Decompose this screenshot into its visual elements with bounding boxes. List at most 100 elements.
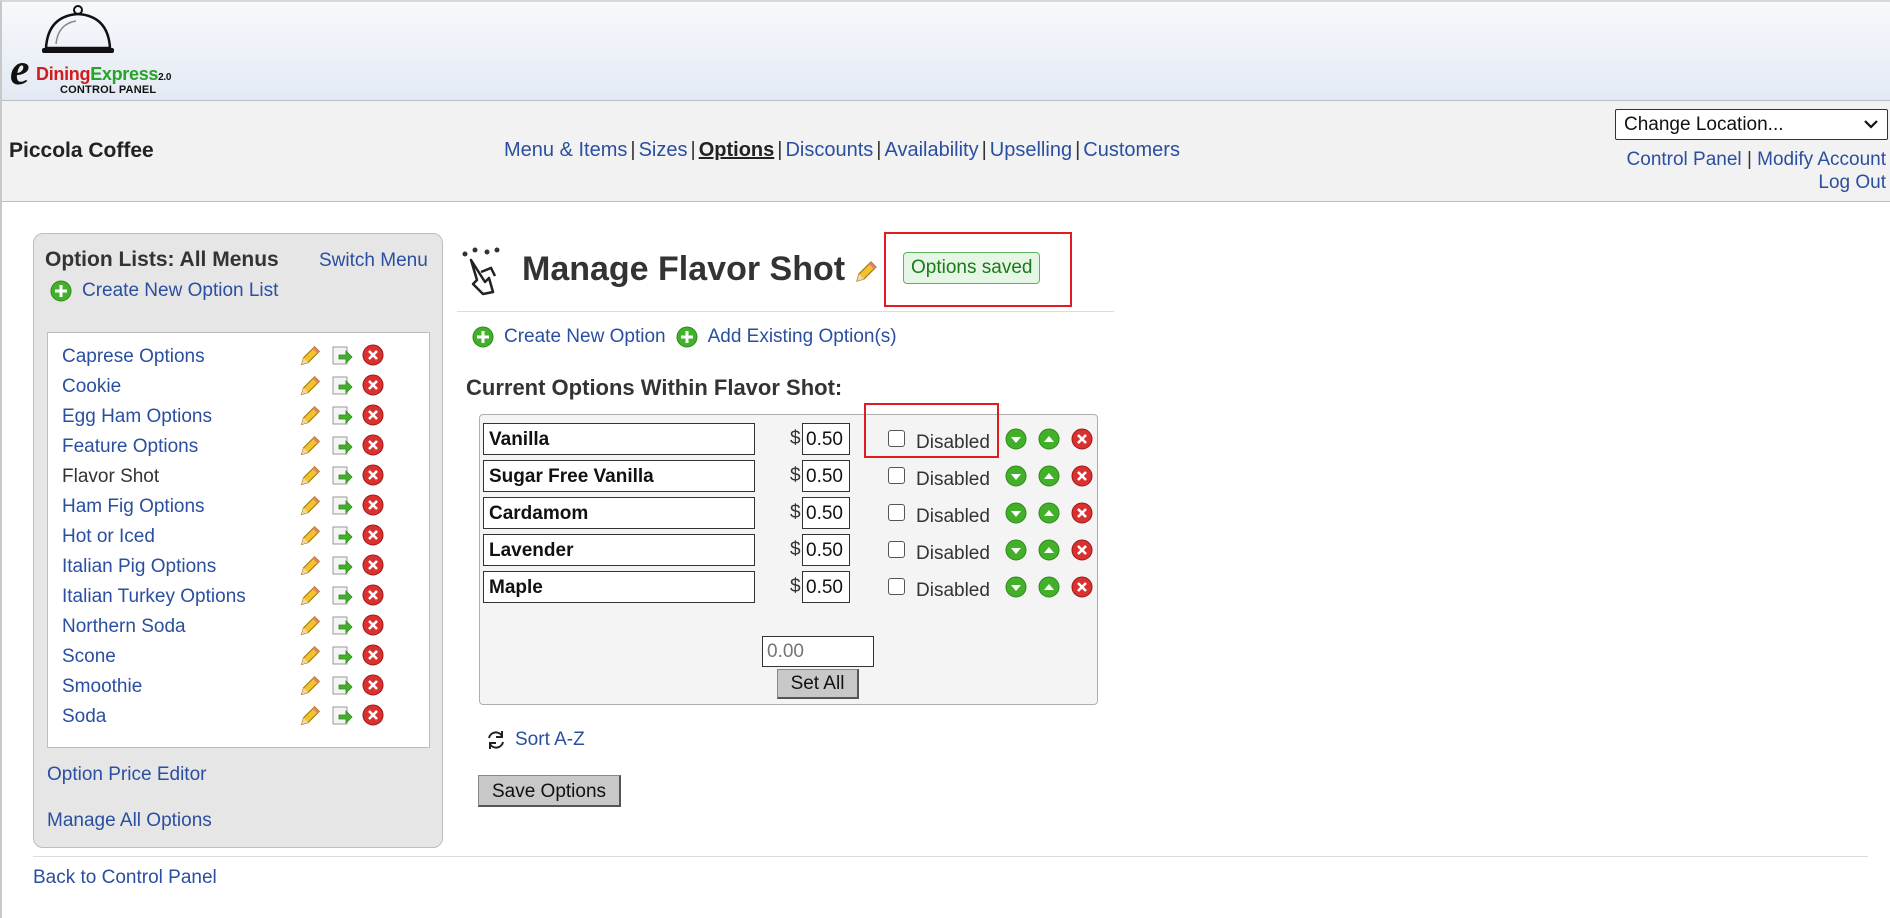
delete-icon[interactable] [1071,576,1093,603]
option-list-label[interactable]: Caprese Options [62,346,205,368]
option-price-input[interactable]: 0.50 [802,571,850,603]
edit-pencil-icon[interactable] [298,644,322,674]
add-existing-options-link[interactable]: Add Existing Option(s) [708,326,897,348]
edit-pencil-icon[interactable] [298,464,322,494]
option-list-label[interactable]: Egg Ham Options [62,406,212,428]
disabled-checkbox[interactable] [888,578,905,595]
option-list-label[interactable]: Soda [62,706,106,728]
option-list-label[interactable]: Italian Pig Options [62,556,216,578]
nav-customers[interactable]: Customers [1083,139,1180,161]
delete-icon[interactable] [362,344,384,372]
move-up-icon[interactable] [1038,576,1060,603]
change-location-select[interactable]: Change Location... [1615,109,1888,140]
delete-icon[interactable] [362,434,384,462]
delete-icon[interactable] [362,404,384,432]
modify-account-link[interactable]: Modify Account [1757,149,1886,170]
set-all-button[interactable]: Set All [777,669,859,699]
move-down-icon[interactable] [1005,465,1027,492]
move-down-icon[interactable] [1005,576,1027,603]
option-price-input[interactable]: 0.50 [802,534,850,566]
copy-list-icon[interactable] [330,524,354,554]
copy-list-icon[interactable] [330,404,354,434]
save-options-button[interactable]: Save Options [478,775,621,807]
edit-pencil-icon[interactable] [298,584,322,614]
copy-list-icon[interactable] [330,464,354,494]
copy-list-icon[interactable] [330,674,354,704]
delete-icon[interactable] [362,524,384,552]
edit-pencil-icon[interactable] [298,554,322,584]
delete-icon[interactable] [362,464,384,492]
option-list-label[interactable]: Cookie [62,376,121,398]
move-down-icon[interactable] [1005,428,1027,455]
create-new-option-link[interactable]: Create New Option [504,326,666,348]
delete-icon[interactable] [362,494,384,522]
create-option-list-button[interactable]: Create New Option List [50,280,278,302]
copy-list-icon[interactable] [330,494,354,524]
option-name-input[interactable]: Vanilla [483,423,755,455]
log-out-link[interactable]: Log Out [1818,172,1886,193]
edit-pencil-icon[interactable] [298,374,322,404]
option-list-label[interactable]: Scone [62,646,116,668]
delete-icon[interactable] [1071,465,1093,492]
edit-pencil-icon[interactable] [298,404,322,434]
delete-icon[interactable] [362,584,384,612]
nav-options[interactable]: Options [699,139,775,161]
nav-menu-items[interactable]: Menu & Items [504,139,627,161]
sort-a-z-button[interactable]: Sort A-Z [485,729,585,751]
delete-icon[interactable] [1071,502,1093,529]
switch-menu-link[interactable]: Switch Menu [319,250,428,272]
option-list-label[interactable]: Northern Soda [62,616,186,638]
nav-availability[interactable]: Availability [884,139,978,161]
option-price-input[interactable]: 0.50 [802,497,850,529]
edit-pencil-icon[interactable] [298,344,322,374]
copy-list-icon[interactable] [330,374,354,404]
copy-list-icon[interactable] [330,434,354,464]
edit-pencil-icon[interactable] [298,494,322,524]
move-up-icon[interactable] [1038,465,1060,492]
move-up-icon[interactable] [1038,539,1060,566]
move-down-icon[interactable] [1005,502,1027,529]
delete-icon[interactable] [362,374,384,402]
copy-list-icon[interactable] [330,344,354,374]
option-list-label[interactable]: Ham Fig Options [62,496,205,518]
nav-discounts[interactable]: Discounts [785,139,873,161]
edit-pencil-icon[interactable] [298,704,322,734]
disabled-checkbox[interactable] [888,467,905,484]
disabled-checkbox[interactable] [888,504,905,521]
edit-pencil-icon[interactable] [298,434,322,464]
delete-icon[interactable] [362,644,384,672]
option-list-label[interactable]: Italian Turkey Options [62,586,246,608]
nav-sizes[interactable]: Sizes [639,139,688,161]
control-panel-link[interactable]: Control Panel [1627,149,1742,170]
delete-icon[interactable] [1071,539,1093,566]
option-list-label[interactable]: Hot or Iced [62,526,155,548]
delete-icon[interactable] [362,614,384,642]
move-up-icon[interactable] [1038,428,1060,455]
option-name-input[interactable]: Maple [483,571,755,603]
delete-icon[interactable] [362,674,384,702]
nav-upselling[interactable]: Upselling [990,139,1072,161]
copy-list-icon[interactable] [330,554,354,584]
move-down-icon[interactable] [1005,539,1027,566]
copy-list-icon[interactable] [330,584,354,614]
delete-icon[interactable] [362,704,384,732]
edit-pencil-icon[interactable] [298,614,322,644]
manage-all-options-link[interactable]: Manage All Options [47,810,212,832]
edit-pencil-icon[interactable] [298,674,322,704]
option-list-label[interactable]: Smoothie [62,676,142,698]
move-up-icon[interactable] [1038,502,1060,529]
edining-logo[interactable]: e DiningExpress2.0 CONTROL PANEL [8,4,188,99]
pencil-icon[interactable] [853,259,879,285]
edit-pencil-icon[interactable] [298,524,322,554]
delete-icon[interactable] [362,554,384,582]
set-all-price-input[interactable] [762,636,874,667]
copy-list-icon[interactable] [330,704,354,734]
delete-icon[interactable] [1071,428,1093,455]
disabled-checkbox[interactable] [888,541,905,558]
option-price-input[interactable]: 0.50 [802,460,850,492]
option-name-input[interactable]: Cardamom [483,497,755,529]
back-to-control-panel-link[interactable]: Back to Control Panel [33,867,217,889]
copy-list-icon[interactable] [330,644,354,674]
copy-list-icon[interactable] [330,614,354,644]
option-name-input[interactable]: Lavender [483,534,755,566]
